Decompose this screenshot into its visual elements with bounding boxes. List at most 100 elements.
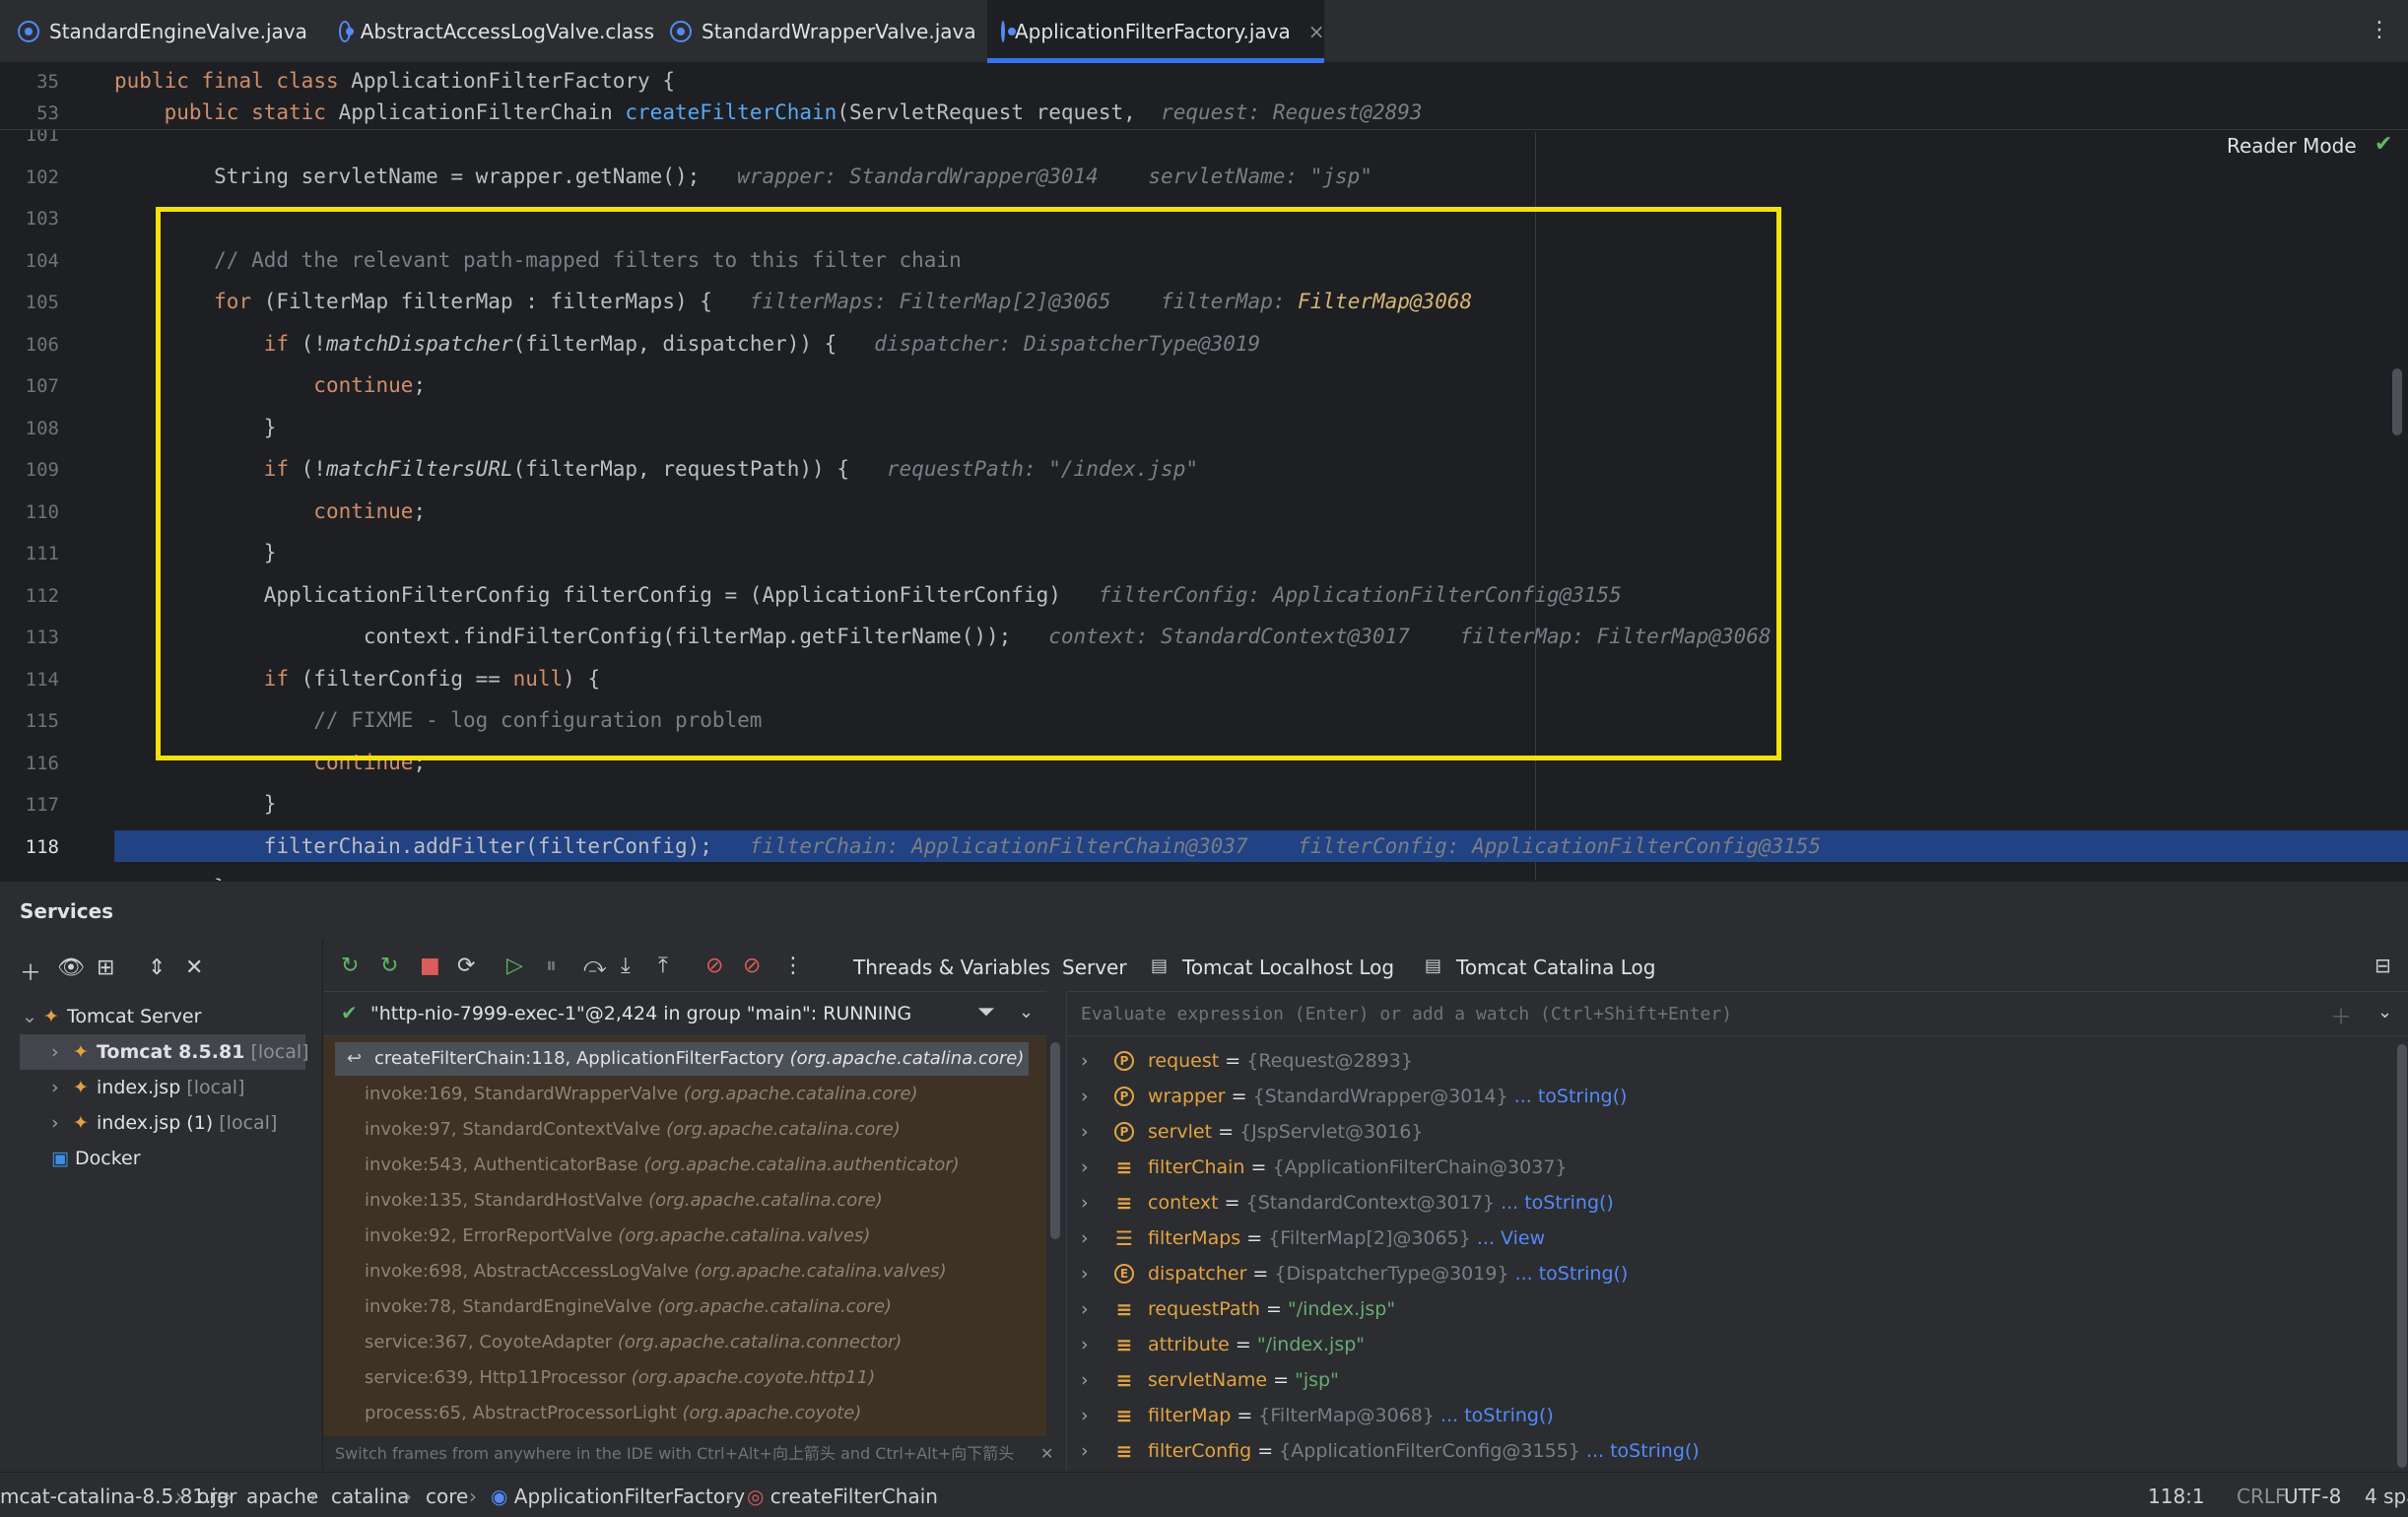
tree-item-docker[interactable]: ▣ Docker xyxy=(51,1141,141,1176)
chevron-right-icon[interactable]: › xyxy=(1081,1399,1089,1432)
line-number[interactable]: 53 xyxy=(0,102,59,124)
variable-row[interactable]: › ≡ servletName = "jsp" xyxy=(1067,1363,2387,1397)
breadcrumb-item[interactable]: ◎ createFilterChain xyxy=(747,1484,938,1508)
step-over-icon[interactable]: ⤼ xyxy=(583,954,607,978)
variable-row[interactable]: › ≡ filterChain = {ApplicationFilterChain@… xyxy=(1067,1151,2387,1184)
chevron-right-icon[interactable]: › xyxy=(1081,1328,1089,1361)
stack-frame[interactable]: invoke:78, StandardEngineValve (org.apac… xyxy=(335,1290,1029,1324)
tree-item-tomcat-server[interactable]: ⌄ ✦ Tomcat Server xyxy=(22,999,201,1034)
variable-row[interactable]: › ≡ attribute = "/index.jsp" xyxy=(1067,1328,2387,1361)
line-number[interactable]: 111 xyxy=(0,543,59,564)
more-options-icon[interactable]: ⋮ xyxy=(2369,18,2390,42)
breadcrumb-item[interactable]: apache xyxy=(246,1484,318,1508)
evaluate-expression-bar[interactable]: Evaluate expression (Enter) or add a wat… xyxy=(1067,991,2408,1036)
breadcrumb-item[interactable]: core xyxy=(426,1484,468,1508)
tab-standard-engine-valve[interactable]: StandardEngineValve.java xyxy=(18,0,313,63)
line-number[interactable]: 104 xyxy=(0,250,59,272)
sticky-code-line[interactable]: public static ApplicationFilterChain cre… xyxy=(114,97,1423,128)
variable-row[interactable]: › ≡ requestPath = "/index.jsp" xyxy=(1067,1292,2387,1326)
new-group-icon[interactable]: ⊞ xyxy=(97,956,114,980)
tab-threads-variables[interactable]: Threads & Variables xyxy=(853,956,1050,979)
variable-row[interactable]: › ≡ filterConfig = {ApplicationFilterConfi… xyxy=(1067,1434,2387,1468)
variable-row[interactable]: › ≡ context = {StandardContext@3017} ... t… xyxy=(1067,1186,2387,1220)
stack-frame[interactable]: invoke:169, StandardWrapperValve (org.ap… xyxy=(335,1078,1029,1111)
rerun-debug-icon[interactable]: ↻ xyxy=(380,954,398,978)
stack-frame[interactable]: invoke:698, AbstractAccessLogValve (org.… xyxy=(335,1255,1029,1288)
line-number[interactable]: 115 xyxy=(0,710,59,732)
variable-row[interactable]: › Prequest = {Request@2893} xyxy=(1067,1044,2387,1078)
chevron-right-icon[interactable]: › xyxy=(1081,1044,1089,1078)
tab-application-filter-factory[interactable]: ApplicationFilterFactory.java × xyxy=(987,0,1325,63)
tab-tomcat-catalina-log[interactable]: Tomcat Catalina Log xyxy=(1456,956,1655,979)
close-icon[interactable]: × xyxy=(1308,20,1325,43)
line-number[interactable]: 106 xyxy=(0,334,59,356)
eye-icon[interactable]: 👁 xyxy=(57,956,85,980)
chevron-down-icon[interactable]: ⌄ xyxy=(2377,1002,2392,1022)
stack-frame[interactable]: service:639, Http11Processor (org.apache… xyxy=(335,1361,1029,1395)
tree-item-tomcat-8581[interactable]: › ✦ Tomcat 8.5.81 [local] xyxy=(20,1034,309,1070)
mute-breakpoints-icon[interactable]: ⊘ xyxy=(743,954,761,978)
stack-frame[interactable]: invoke:543, AuthenticatorBase (org.apach… xyxy=(335,1149,1029,1182)
restart-icon[interactable]: ⟳ xyxy=(457,954,475,978)
breadcrumb-item[interactable]: catalina xyxy=(331,1484,409,1508)
step-out-icon[interactable]: ⤒ xyxy=(658,954,668,978)
chevron-right-icon[interactable]: › xyxy=(1081,1434,1089,1468)
tab-tomcat-localhost-log[interactable]: Tomcat Localhost Log xyxy=(1182,956,1394,979)
chevron-right-icon[interactable]: › xyxy=(1081,1080,1089,1113)
line-number[interactable]: 112 xyxy=(0,585,59,607)
line-number[interactable]: 114 xyxy=(0,669,59,691)
stack-frame[interactable]: invoke:97, StandardContextValve (org.apa… xyxy=(335,1113,1029,1147)
more-icon[interactable]: ⋮ xyxy=(782,954,804,978)
resume-icon[interactable]: ▷ xyxy=(506,954,523,978)
step-into-icon[interactable]: ⤓ xyxy=(621,954,631,978)
line-separator[interactable]: CRLF xyxy=(2237,1484,2287,1508)
stack-frame[interactable]: process:65, AbstractProcessorLight (org.… xyxy=(335,1397,1029,1430)
tree-item-index-jsp[interactable]: › ✦ index.jsp [local] xyxy=(51,1070,244,1105)
line-number[interactable]: 107 xyxy=(0,375,59,397)
reader-mode-toggle[interactable]: Reader Mode xyxy=(2227,134,2357,158)
line-number[interactable]: 103 xyxy=(0,208,59,230)
indent-setting[interactable]: 4 spa xyxy=(2365,1484,2408,1508)
chevron-right-icon[interactable]: › xyxy=(1081,1151,1089,1184)
close-icon[interactable]: ✕ xyxy=(1040,1436,1053,1472)
file-encoding[interactable]: UTF-8 xyxy=(2284,1484,2341,1508)
variable-row[interactable]: › Edispatcher = {DispatcherType@3019} ...… xyxy=(1067,1257,2387,1290)
pause-icon[interactable]: ⏸ xyxy=(546,954,557,978)
editor-scrollbar[interactable] xyxy=(2392,368,2402,435)
line-number[interactable]: 102 xyxy=(0,166,59,188)
chevron-right-icon[interactable]: › xyxy=(1081,1115,1089,1149)
stack-frame[interactable]: ↩ createFilterChain:118, ApplicationFilte… xyxy=(335,1042,1029,1076)
stack-frame[interactable]: invoke:92, ErrorReportValve (org.apache.… xyxy=(335,1220,1029,1253)
filter-icon[interactable]: ⏷ xyxy=(977,1000,995,1024)
stack-frame[interactable]: service:367, CoyoteAdapter (org.apache.c… xyxy=(335,1326,1029,1359)
rerun-icon[interactable]: ↻ xyxy=(341,954,359,978)
line-number[interactable]: 108 xyxy=(0,418,59,439)
line-number[interactable]: 116 xyxy=(0,753,59,774)
line-number[interactable]: 110 xyxy=(0,501,59,523)
line-number[interactable]: 105 xyxy=(0,292,59,313)
evaluate-expression-input[interactable]: Evaluate expression (Enter) or add a wat… xyxy=(1081,1004,1732,1024)
thread-selector[interactable]: ✔ "http-nio-7999-exec-1"@2,424 in group … xyxy=(323,991,1046,1036)
frames-scrollbar[interactable] xyxy=(1050,1042,1060,1239)
line-number[interactable]: 113 xyxy=(0,627,59,648)
variable-row[interactable]: › Pwrapper = {StandardWrapper@3014} ... t… xyxy=(1067,1080,2387,1113)
code-editor[interactable]: 101 102 String servletName = wrapper.getN… xyxy=(0,63,2408,881)
variable-row[interactable]: › ☰ filterMaps = {FilterMap[2]@3065} ... V… xyxy=(1067,1221,2387,1255)
line-number[interactable]: 109 xyxy=(0,459,59,481)
add-watch-icon[interactable]: ＋ xyxy=(2330,1000,2352,1031)
caret-position[interactable]: 118:1 xyxy=(2148,1484,2205,1508)
chevron-right-icon[interactable]: › xyxy=(1081,1221,1089,1255)
chevron-down-icon[interactable]: ⌄ xyxy=(1019,1002,1034,1022)
chevron-right-icon[interactable]: › xyxy=(1081,1363,1089,1397)
chevron-right-icon[interactable]: › xyxy=(1081,1257,1089,1290)
variable-row[interactable]: › ≡ filterMap = {FilterMap@3068} ... toStr… xyxy=(1067,1399,2387,1432)
view-breakpoints-icon[interactable]: ⊘ xyxy=(705,954,723,978)
line-number[interactable]: 35 xyxy=(0,71,59,93)
collapse-all-icon[interactable]: ✕ xyxy=(185,956,203,980)
expand-all-icon[interactable]: ⇕ xyxy=(148,956,166,980)
breadcrumb-item[interactable]: ◉ ApplicationFilterFactory xyxy=(491,1484,745,1508)
chevron-right-icon[interactable]: › xyxy=(1081,1292,1089,1326)
stack-frame[interactable]: invoke:135, StandardHostValve (org.apach… xyxy=(335,1184,1029,1218)
add-icon[interactable]: ＋ xyxy=(20,956,41,987)
sticky-code-line[interactable]: public final class ApplicationFilterFact… xyxy=(114,65,675,97)
